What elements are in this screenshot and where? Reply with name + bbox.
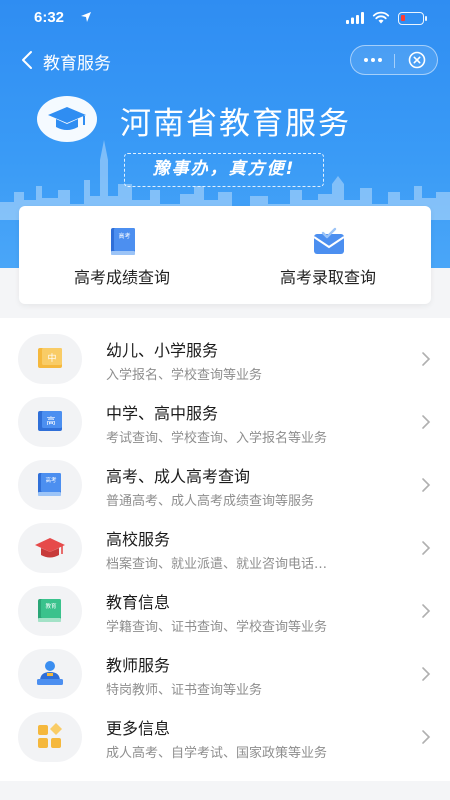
teacher-icon	[37, 661, 63, 685]
book-icon: 高考	[111, 228, 135, 255]
list-item-university[interactable]: 高校服务 档案查询、就业派遣、就业咨询电话…	[0, 517, 450, 580]
battery-level	[401, 15, 405, 21]
list-item-more-info[interactable]: 更多信息 成人高考、自学考试、国家政策等业务	[0, 706, 450, 769]
icon-label: 中	[47, 352, 56, 364]
more-options-button[interactable]	[351, 46, 394, 74]
gaokao-admission-query-button[interactable]: 高考录取查询	[225, 206, 431, 304]
envelope-icon	[313, 227, 345, 254]
dot-icon	[370, 58, 375, 62]
cellular-signal-icon	[346, 12, 364, 24]
list-item-subtitle: 入学报名、学校查询等业务	[106, 368, 263, 383]
education-book-icon: 教育	[38, 599, 61, 622]
primary-school-icon: 中	[38, 348, 62, 368]
list-item-title: 幼儿、小学服务	[106, 341, 219, 360]
exam-book-icon: 高考	[38, 473, 61, 496]
brand-title: 河南省教育服务	[120, 106, 351, 142]
nav-back-title[interactable]: 教育服务	[43, 49, 111, 74]
dot-icon	[363, 58, 368, 62]
list-item-subtitle: 考试查询、学校查询、入学报名等业务	[106, 431, 328, 446]
list-item-title: 更多信息	[106, 719, 171, 738]
status-bar: 6:32	[0, 0, 450, 40]
dot-icon	[377, 58, 382, 62]
chevron-right-icon	[422, 415, 431, 429]
battery-icon	[398, 12, 427, 25]
wifi-icon	[372, 11, 390, 24]
list-item-subtitle: 普通高考、成人高考成绩查询等服务	[106, 494, 315, 509]
status-time: 6:32	[34, 9, 65, 26]
quick-actions-card: 高考 高考成绩查询 高考录取查询	[19, 206, 431, 304]
brand-slogan: 豫事办，真方便!	[124, 153, 324, 187]
list-item-gaokao-query[interactable]: 高考 高考、成人高考查询 普通高考、成人高考成绩查询等服务	[0, 454, 450, 517]
chevron-right-icon	[422, 604, 431, 618]
miniapp-capsule	[350, 45, 438, 75]
list-item-title: 教师服务	[106, 656, 171, 675]
list-item-subtitle: 学籍查询、证书查询、学校查询等业务	[106, 620, 328, 635]
list-item-title: 教育信息	[106, 593, 171, 612]
chevron-right-icon	[422, 352, 431, 366]
back-chevron-icon[interactable]	[18, 46, 40, 74]
gaokao-score-query-button[interactable]: 高考 高考成绩查询	[19, 206, 225, 304]
list-item-title: 高校服务	[106, 530, 171, 549]
list-item-title: 中学、高中服务	[106, 404, 219, 423]
chevron-right-icon	[422, 478, 431, 492]
list-item-subtitle: 特岗教师、证书查询等业务	[106, 683, 263, 698]
navigation-bar: 教育服务	[0, 42, 450, 78]
icon-label: 高考	[45, 476, 57, 484]
list-item-subtitle: 档案查询、就业派遣、就业咨询电话…	[106, 557, 328, 572]
chevron-right-icon	[422, 667, 431, 681]
close-circle-icon	[408, 51, 425, 69]
quick-action-label: 高考成绩查询	[73, 268, 170, 287]
list-item-high-school[interactable]: 高 中学、高中服务 考试查询、学校查询、入学报名等业务	[0, 391, 450, 454]
list-item-title: 高考、成人高考查询	[106, 467, 251, 486]
list-item-primary-school[interactable]: 中 幼儿、小学服务 入学报名、学校查询等业务	[0, 328, 450, 391]
graduation-cap-logo-icon	[37, 96, 97, 142]
grid-icon	[38, 723, 62, 748]
list-item-education-info[interactable]: 教育 教育信息 学籍查询、证书查询、学校查询等业务	[0, 580, 450, 643]
close-miniapp-button[interactable]	[395, 46, 438, 74]
list-item-teacher[interactable]: 教师服务 特岗教师、证书查询等业务	[0, 643, 450, 706]
high-school-icon: 高	[38, 411, 62, 431]
chevron-right-icon	[422, 541, 431, 555]
chevron-right-icon	[422, 730, 431, 744]
book-icon-label: 高考	[118, 232, 130, 240]
icon-label: 高	[46, 415, 55, 427]
list-item-subtitle: 成人高考、自学考试、国家政策等业务	[106, 746, 328, 761]
location-arrow-icon	[81, 12, 91, 22]
quick-action-label: 高考录取查询	[279, 268, 376, 287]
icon-label: 教育	[45, 602, 57, 610]
service-list: 中 幼儿、小学服务 入学报名、学校查询等业务 高 中学、高中服务 考试查询、学校…	[0, 318, 450, 781]
graduation-cap-icon	[35, 538, 65, 558]
